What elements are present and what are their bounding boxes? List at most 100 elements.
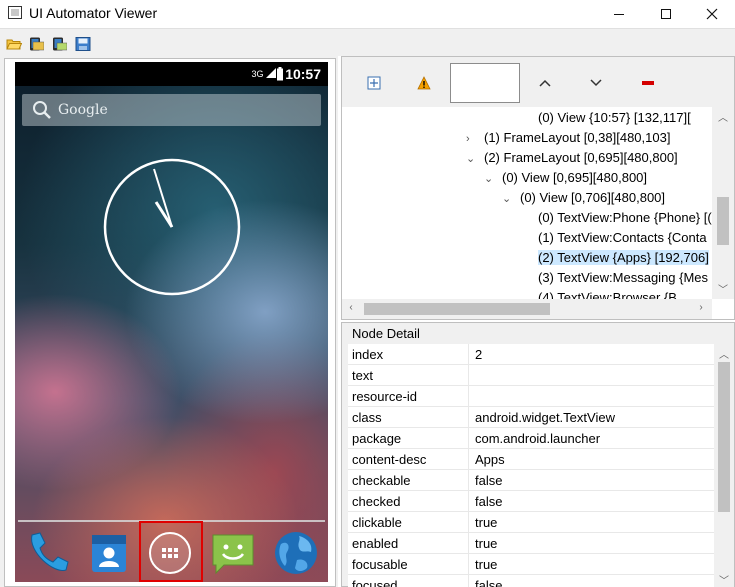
detail-value: com.android.launcher [475, 431, 601, 446]
detail-row[interactable]: focusable true [348, 554, 714, 575]
battery-icon [277, 67, 283, 81]
detail-key: resource-id [352, 389, 418, 404]
hierarchy-toolbar [342, 57, 734, 107]
tree-node-label: (3) TextView:Messaging {Mes [538, 270, 709, 285]
status-bar: 3G 10:57 [15, 62, 328, 86]
collapse-arrow-icon[interactable]: ⌄ [484, 169, 502, 189]
expand-arrow-icon[interactable]: › [466, 129, 484, 149]
device-screenshot-icon[interactable] [28, 37, 44, 51]
scroll-right-icon[interactable]: › [692, 302, 710, 313]
google-search-label: Google [58, 102, 108, 118]
collapse-arrow-icon[interactable]: ⌄ [466, 149, 484, 169]
hierarchy-horizontal-scrollbar[interactable]: ‹ › [342, 299, 712, 319]
detail-value: 2 [475, 347, 483, 362]
detail-row[interactable]: class android.widget.TextView [348, 407, 714, 428]
detail-row[interactable]: clickable true [348, 512, 714, 533]
dock-phone[interactable] [23, 529, 71, 577]
detail-row[interactable]: focused false [348, 575, 714, 587]
detail-row[interactable]: enabled true [348, 533, 714, 554]
previous-node-button[interactable] [535, 73, 555, 93]
signal-icon: 3G [251, 68, 276, 79]
node-detail-panel: Node Detail index 2 text resource-id class an… [341, 322, 735, 587]
maximize-button[interactable] [643, 0, 689, 28]
minimize-icon [614, 13, 624, 15]
dock-browser[interactable] [272, 529, 320, 577]
selected-node-highlight [139, 521, 203, 582]
contacts-icon [92, 535, 126, 572]
globe-icon [275, 532, 317, 574]
scroll-up-icon[interactable]: ︿ [714, 346, 734, 361]
dock-contacts[interactable] [85, 529, 133, 577]
scroll-down-icon[interactable]: ﹀ [714, 572, 734, 587]
messaging-icon [212, 534, 254, 575]
chevron-up-icon [539, 79, 551, 87]
hierarchy-panel: (0) View {10:57} [132,117][ › (1) FrameLay… [341, 56, 735, 320]
tree-node[interactable]: (2) TextView {Apps} [192,706] [538, 248, 709, 268]
minimize-button[interactable] [596, 0, 642, 28]
minus-icon [642, 81, 654, 85]
detail-key: package [352, 431, 402, 446]
scroll-left-icon[interactable]: ‹ [342, 302, 360, 313]
detail-value: false [475, 473, 503, 488]
clear-search-button[interactable] [638, 73, 658, 93]
tree-node[interactable]: ⌄ (0) View [0,695][480,800] [484, 168, 647, 188]
device-screenshot-compressed-icon[interactable] [51, 37, 67, 51]
tree-node[interactable]: ⌄ (2) FrameLayout [0,695][480,800] [466, 148, 678, 168]
main-toolbar [0, 28, 735, 56]
detail-key: checked [352, 494, 401, 509]
node-detail-title: Node Detail [352, 326, 420, 341]
detail-key: focusable [352, 557, 408, 572]
tree-node[interactable]: › (1) FrameLayout [0,38][480,103] [466, 128, 670, 148]
expand-all-icon [367, 76, 381, 90]
chevron-down-icon [590, 79, 602, 87]
detail-row[interactable]: package com.android.launcher [348, 428, 714, 449]
filter-input[interactable] [450, 63, 520, 103]
toggle-nafs-button[interactable] [414, 73, 434, 93]
next-node-button[interactable] [586, 73, 606, 93]
detail-row[interactable]: resource-id [348, 386, 714, 407]
collapse-arrow-icon[interactable]: ⌄ [502, 189, 520, 209]
window-title: UI Automator Viewer [29, 5, 158, 21]
detail-value: false [475, 494, 503, 509]
title-bar: UI Automator Viewer [0, 0, 735, 28]
tree-node-label: (0) View {10:57} [132,117][ [538, 110, 691, 125]
scroll-thumb[interactable] [718, 362, 730, 512]
detail-key: enabled [352, 536, 399, 551]
detail-row[interactable]: index 2 [348, 344, 714, 365]
detail-key: text [352, 368, 373, 383]
maximize-icon [661, 9, 671, 19]
detail-row[interactable]: text [348, 365, 714, 386]
hierarchy-vertical-scrollbar[interactable]: ︿ ﹀ [712, 107, 734, 299]
tree-node[interactable]: (0) TextView:Phone {Phone} [( [538, 208, 712, 228]
detail-value: true [475, 536, 498, 551]
open-folder-icon[interactable] [6, 37, 22, 51]
search-icon [33, 101, 51, 119]
tree-node[interactable]: (4) TextView:Browser {B [538, 288, 677, 299]
detail-value: Apps [475, 452, 505, 467]
detail-row[interactable]: checkable false [348, 470, 714, 491]
device-screen[interactable]: 3G 10:57 Google [15, 62, 328, 582]
detail-row[interactable]: checked false [348, 491, 714, 512]
scroll-thumb[interactable] [364, 303, 550, 315]
tree-node[interactable]: (1) TextView:Contacts {Conta [538, 228, 707, 248]
scroll-down-icon[interactable]: ﹀ [712, 281, 734, 296]
detail-vertical-scrollbar[interactable]: ︿ ﹀ [714, 344, 734, 587]
hierarchy-tree: (0) View {10:57} [132,117][ › (1) FrameLay… [342, 107, 712, 299]
scroll-up-icon[interactable]: ︿ [712, 109, 734, 124]
tree-node[interactable]: (0) View {10:57} [132,117][ [538, 108, 691, 128]
close-button[interactable] [689, 0, 735, 28]
app-icon [8, 6, 22, 19]
analog-clock-widget[interactable] [103, 158, 241, 296]
detail-value: android.widget.TextView [475, 410, 615, 425]
tree-node[interactable]: (3) TextView:Messaging {Mes [538, 268, 708, 288]
scroll-thumb[interactable] [717, 197, 729, 245]
tree-node[interactable]: ⌄ (0) View [0,706][480,800] [502, 188, 665, 208]
google-search-bar[interactable]: Google [22, 94, 321, 126]
detail-value: true [475, 557, 498, 572]
expand-all-button[interactable] [364, 73, 384, 93]
dock-messaging[interactable] [209, 529, 257, 577]
status-time: 10:57 [285, 66, 321, 82]
tree-node-label: (1) TextView:Contacts {Conta [538, 230, 707, 245]
save-icon[interactable] [75, 37, 91, 51]
detail-row[interactable]: content-desc Apps [348, 449, 714, 470]
